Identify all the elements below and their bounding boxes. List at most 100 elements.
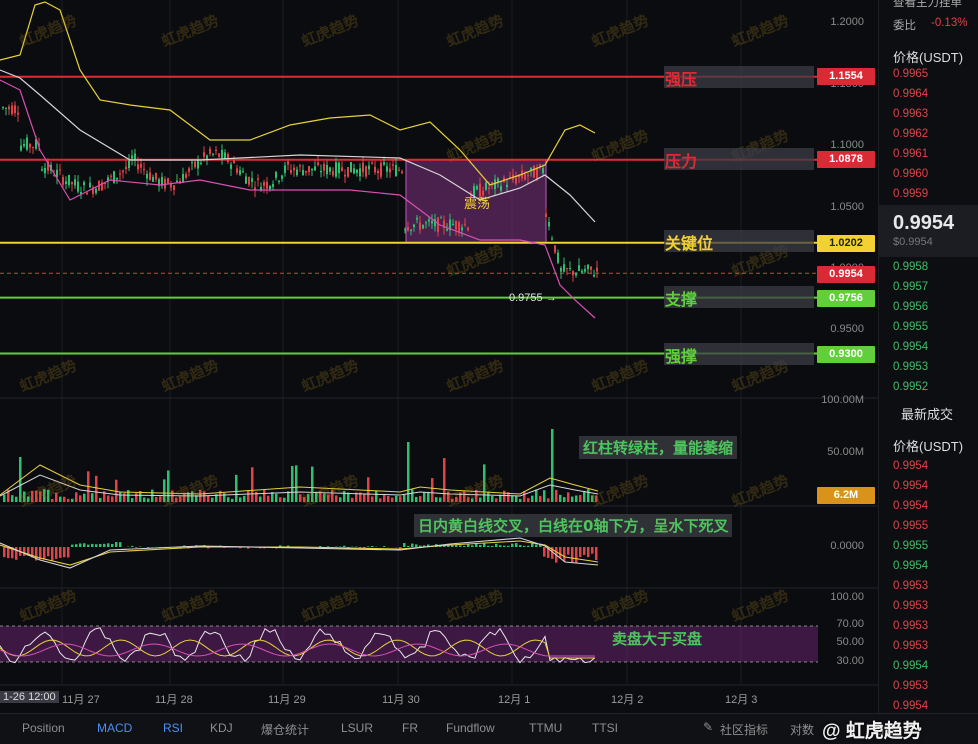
volume-bar	[251, 467, 254, 502]
bid-price[interactable]: 0.9956	[893, 301, 928, 313]
volume-bar	[547, 498, 550, 502]
candle-body	[476, 186, 478, 189]
ask-price[interactable]: 0.9962	[893, 128, 928, 140]
macd-bar	[527, 546, 530, 547]
volume-bar	[191, 491, 194, 502]
macd-bar	[111, 544, 114, 547]
volume-bar	[167, 470, 170, 502]
community-indicators-button[interactable]: 社区指标	[720, 721, 768, 738]
date-label: 12月 3	[725, 691, 757, 707]
macd-bar	[59, 547, 62, 558]
tab-rsi[interactable]: RSI	[163, 721, 183, 735]
volume-bar	[487, 492, 490, 502]
candle-body	[65, 181, 67, 184]
volume-bar	[587, 489, 590, 502]
tab-ttmu[interactable]: TTMU	[529, 721, 562, 735]
candle-body	[461, 227, 463, 230]
candle-body	[356, 170, 358, 173]
ask-price[interactable]: 0.9963	[893, 108, 928, 120]
volume-bar	[383, 495, 386, 502]
chart-area[interactable]: 虹虎趋势 虹虎趋势 虹虎趋势 虹虎趋势 虹虎趋势 虹虎趋势 虹虎趋势 虹虎趋势 …	[0, 0, 878, 713]
candle-body	[134, 154, 136, 161]
candle-body	[200, 163, 202, 164]
tab-liquidation[interactable]: 爆仓统计	[261, 721, 309, 738]
macd-bar	[583, 547, 586, 555]
community-icon[interactable]: ✎	[703, 720, 713, 734]
volume-bar	[491, 496, 494, 502]
macd-bar	[459, 545, 462, 547]
volume-note: 红柱转绿柱，量能萎缩	[579, 436, 737, 459]
tab-macd[interactable]: MACD	[97, 721, 132, 735]
volume-bar	[539, 496, 542, 502]
tab-kdj[interactable]: KDJ	[210, 721, 233, 735]
bid-price[interactable]: 0.9954	[893, 341, 928, 353]
volume-bar	[283, 498, 286, 502]
macd-bar	[575, 547, 578, 563]
volume-bar	[135, 493, 138, 502]
ask-price[interactable]: 0.9965	[893, 68, 928, 80]
trade-price: 0.9954	[893, 480, 928, 492]
volume-bar	[67, 499, 70, 502]
date-label: 11月 29	[268, 691, 306, 707]
macd-bar	[591, 547, 594, 554]
candle-body	[170, 184, 172, 187]
volume-bar	[343, 491, 346, 502]
volume-bar	[147, 498, 150, 502]
candle-body	[215, 150, 217, 151]
tab-fr[interactable]: FR	[402, 721, 418, 735]
volume-bar	[231, 499, 234, 502]
bid-price[interactable]: 0.9955	[893, 321, 928, 333]
volume-bar	[143, 497, 146, 502]
bid-price[interactable]: 0.9958	[893, 261, 928, 273]
tab-ttsi[interactable]: TTSI	[592, 721, 618, 735]
candle-body	[365, 166, 367, 176]
volume-bar	[119, 492, 122, 502]
date-label: 12月 1	[498, 691, 530, 707]
candle-body	[452, 224, 454, 225]
volume-bar	[363, 494, 366, 502]
ask-price[interactable]: 0.9964	[893, 88, 928, 100]
candle-body	[344, 175, 346, 177]
tab-position[interactable]: Position	[22, 721, 65, 735]
ask-price[interactable]: 0.9961	[893, 148, 928, 160]
candle-body	[275, 172, 277, 178]
volume-bar	[83, 494, 86, 502]
bid-price[interactable]: 0.9953	[893, 361, 928, 373]
macd-bar	[523, 546, 526, 547]
candle-body	[176, 181, 178, 182]
volume-bar	[419, 496, 422, 502]
tab-lsur[interactable]: LSUR	[341, 721, 373, 735]
candle-body	[116, 178, 118, 180]
volume-bar	[43, 489, 46, 502]
macd-bar	[579, 547, 582, 557]
main-orders-link[interactable]: 查看主力挂单	[893, 0, 962, 10]
candle-body	[119, 174, 121, 175]
rsi-axis-label: 30.00	[836, 655, 864, 667]
trade-price: 0.9955	[893, 540, 928, 552]
macd-bar	[499, 545, 502, 547]
macd-bar	[463, 546, 466, 547]
trade-price: 0.9953	[893, 620, 928, 632]
candle-body	[311, 169, 313, 171]
macd-bar	[507, 546, 510, 547]
log-scale-button[interactable]: 对数	[790, 721, 814, 738]
candle-body	[239, 170, 241, 174]
candle-body	[341, 167, 343, 170]
candle-body	[425, 222, 427, 223]
tab-fundflow[interactable]: Fundflow	[446, 721, 495, 735]
volume-bar	[347, 493, 350, 502]
candle-body	[569, 268, 571, 269]
ask-price[interactable]: 0.9960	[893, 168, 928, 180]
macd-bar	[495, 544, 498, 547]
trades-title: 最新成交	[901, 404, 953, 423]
candle-body	[281, 176, 283, 179]
bid-price[interactable]: 0.9957	[893, 281, 928, 293]
low-marker: 0.9755 →	[509, 292, 557, 304]
ask-price[interactable]: 0.9959	[893, 188, 928, 200]
date-label: 12月 2	[611, 691, 643, 707]
bid-price[interactable]: 0.9952	[893, 381, 928, 393]
macd-bar	[3, 547, 6, 557]
candle-body	[230, 164, 232, 168]
volume-bar	[439, 498, 442, 502]
macd-bar	[535, 545, 538, 547]
